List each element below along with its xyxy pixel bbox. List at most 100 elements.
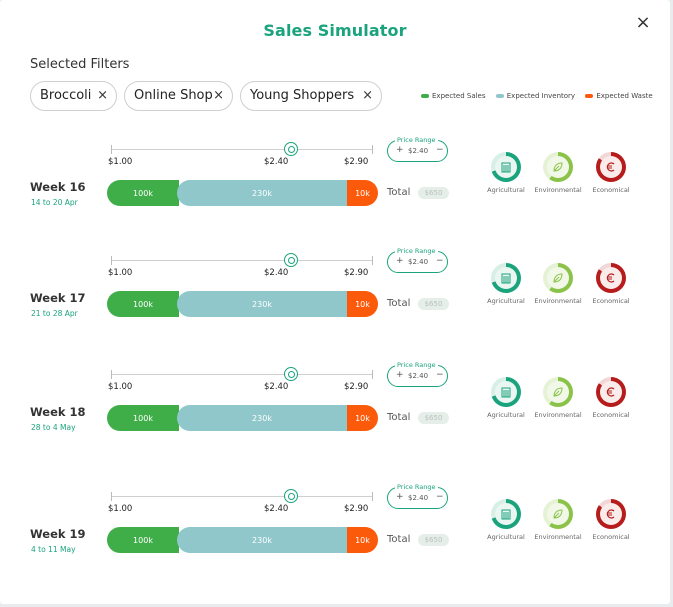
plus-icon[interactable]: + bbox=[396, 370, 404, 380]
plus-icon[interactable]: + bbox=[396, 145, 404, 155]
sales-simulator-modal: Sales Simulator × Selected Filters Brocc… bbox=[0, 0, 670, 604]
forecast-bar: 100k 230k 10k bbox=[107, 291, 378, 317]
expected-waste-segment: 10k bbox=[347, 180, 378, 206]
minus-icon[interactable]: − bbox=[436, 370, 444, 380]
indicator-label: Environmental bbox=[534, 411, 582, 419]
price-slider-track[interactable] bbox=[111, 149, 373, 150]
price-range-stepper: + $2.40 − bbox=[388, 252, 447, 272]
indicator-label: Agricultural bbox=[487, 186, 525, 194]
total-value: $650 bbox=[418, 534, 449, 546]
agricultural-indicator[interactable] bbox=[491, 377, 521, 407]
remove-filter-icon[interactable]: × bbox=[213, 82, 224, 110]
week-row: Week 16 14 to 20 Apr $1.00 $2.40 $2.90 +… bbox=[0, 130, 670, 240]
slider-min-label: $1.00 bbox=[108, 504, 133, 514]
legend-swatch-waste bbox=[585, 94, 594, 98]
plus-icon[interactable]: + bbox=[396, 256, 404, 266]
environmental-indicator[interactable] bbox=[543, 377, 573, 407]
indicator-label: Environmental bbox=[534, 533, 582, 541]
week-title: Week 16 bbox=[30, 180, 86, 194]
price-range-label: Price Range bbox=[395, 136, 438, 144]
agricultural-indicator[interactable] bbox=[491, 499, 521, 529]
slider-tick-max bbox=[372, 145, 373, 154]
week-title: Week 17 bbox=[30, 291, 86, 305]
week-row: Week 17 21 to 28 Apr $1.00 $2.40 $2.90 +… bbox=[0, 241, 670, 351]
euro-icon bbox=[600, 156, 622, 178]
slider-max-label: $2.90 bbox=[344, 504, 369, 514]
slider-current-label: $2.40 bbox=[264, 268, 289, 278]
price-range-label: Price Range bbox=[395, 361, 438, 369]
price-range-value: $2.40 bbox=[408, 372, 429, 380]
agricultural-indicator[interactable] bbox=[491, 152, 521, 182]
leaf-icon bbox=[547, 503, 569, 525]
indicator-label: Economical bbox=[592, 533, 630, 541]
filter-chip-label: Broccoli bbox=[40, 88, 92, 103]
price-range-value: $2.40 bbox=[408, 494, 429, 502]
expected-sales-segment: 100k bbox=[107, 180, 179, 206]
slider-current-label: $2.40 bbox=[264, 504, 289, 514]
price-slider-track[interactable] bbox=[111, 374, 373, 375]
forecast-bar: 100k 230k 10k bbox=[107, 527, 378, 553]
indicator-label: Economical bbox=[592, 411, 630, 419]
legend-label: Expected Sales bbox=[432, 92, 486, 100]
price-range-label: Price Range bbox=[395, 247, 438, 255]
leaf-icon bbox=[547, 381, 569, 403]
plus-icon[interactable]: + bbox=[396, 492, 404, 502]
week-row: Week 19 4 to 11 May $1.00 $2.40 $2.90 + … bbox=[0, 477, 670, 587]
expected-inventory-segment: 230k bbox=[177, 291, 347, 317]
leaf-icon bbox=[547, 267, 569, 289]
expected-waste-segment: 10k bbox=[347, 527, 378, 553]
euro-icon bbox=[600, 381, 622, 403]
environmental-indicator[interactable] bbox=[543, 263, 573, 293]
total-label: Total bbox=[387, 412, 411, 423]
indicator-label: Environmental bbox=[534, 186, 582, 194]
minus-icon[interactable]: − bbox=[436, 492, 444, 502]
slider-max-label: $2.90 bbox=[344, 382, 369, 392]
expected-inventory-segment: 230k bbox=[177, 180, 347, 206]
price-range-stepper: + $2.40 − bbox=[388, 488, 447, 508]
economical-indicator[interactable] bbox=[596, 499, 626, 529]
minus-icon[interactable]: − bbox=[436, 145, 444, 155]
forecast-bar: 100k 230k 10k bbox=[107, 180, 378, 206]
remove-filter-icon[interactable]: × bbox=[362, 82, 373, 110]
indicator-label: Agricultural bbox=[487, 533, 525, 541]
indicator-label: Environmental bbox=[534, 297, 582, 305]
price-slider-track[interactable] bbox=[111, 260, 373, 261]
expected-sales-segment: 100k bbox=[107, 291, 179, 317]
price-slider-thumb[interactable] bbox=[284, 367, 298, 381]
expected-waste-segment: 10k bbox=[347, 405, 378, 431]
expected-sales-segment: 100k bbox=[107, 527, 179, 553]
price-slider-thumb[interactable] bbox=[284, 253, 298, 267]
price-range-label: Price Range bbox=[395, 483, 438, 491]
slider-tick-max bbox=[372, 256, 373, 265]
minus-icon[interactable]: − bbox=[436, 256, 444, 266]
environmental-indicator[interactable] bbox=[543, 152, 573, 182]
slider-tick-min bbox=[111, 256, 112, 265]
agricultural-indicator[interactable] bbox=[491, 263, 521, 293]
total-value: $650 bbox=[418, 187, 449, 199]
remove-filter-icon[interactable]: × bbox=[97, 82, 108, 110]
slider-current-label: $2.40 bbox=[264, 382, 289, 392]
slider-min-label: $1.00 bbox=[108, 268, 133, 278]
indicator-label: Economical bbox=[592, 186, 630, 194]
bar-legend: Expected Sales Expected Inventory Expect… bbox=[421, 92, 661, 100]
euro-icon bbox=[600, 267, 622, 289]
total-value: $650 bbox=[418, 298, 449, 310]
economical-indicator[interactable] bbox=[596, 377, 626, 407]
week-dates: 28 to 4 May bbox=[31, 423, 76, 432]
economical-indicator[interactable] bbox=[596, 152, 626, 182]
week-title: Week 18 bbox=[30, 405, 86, 419]
expected-inventory-segment: 230k bbox=[177, 527, 347, 553]
week-dates: 21 to 28 Apr bbox=[31, 309, 78, 318]
economical-indicator[interactable] bbox=[596, 263, 626, 293]
environmental-indicator[interactable] bbox=[543, 499, 573, 529]
price-slider-thumb[interactable] bbox=[284, 489, 298, 503]
price-range-stepper: + $2.40 − bbox=[388, 141, 447, 161]
close-icon[interactable]: × bbox=[633, 14, 653, 34]
price-slider-track[interactable] bbox=[111, 496, 373, 497]
indicator-label: Agricultural bbox=[487, 411, 525, 419]
price-slider-thumb[interactable] bbox=[284, 142, 298, 156]
total-value: $650 bbox=[418, 412, 449, 424]
forecast-bar: 100k 230k 10k bbox=[107, 405, 378, 431]
indicator-label: Agricultural bbox=[487, 297, 525, 305]
total-label: Total bbox=[387, 298, 411, 309]
